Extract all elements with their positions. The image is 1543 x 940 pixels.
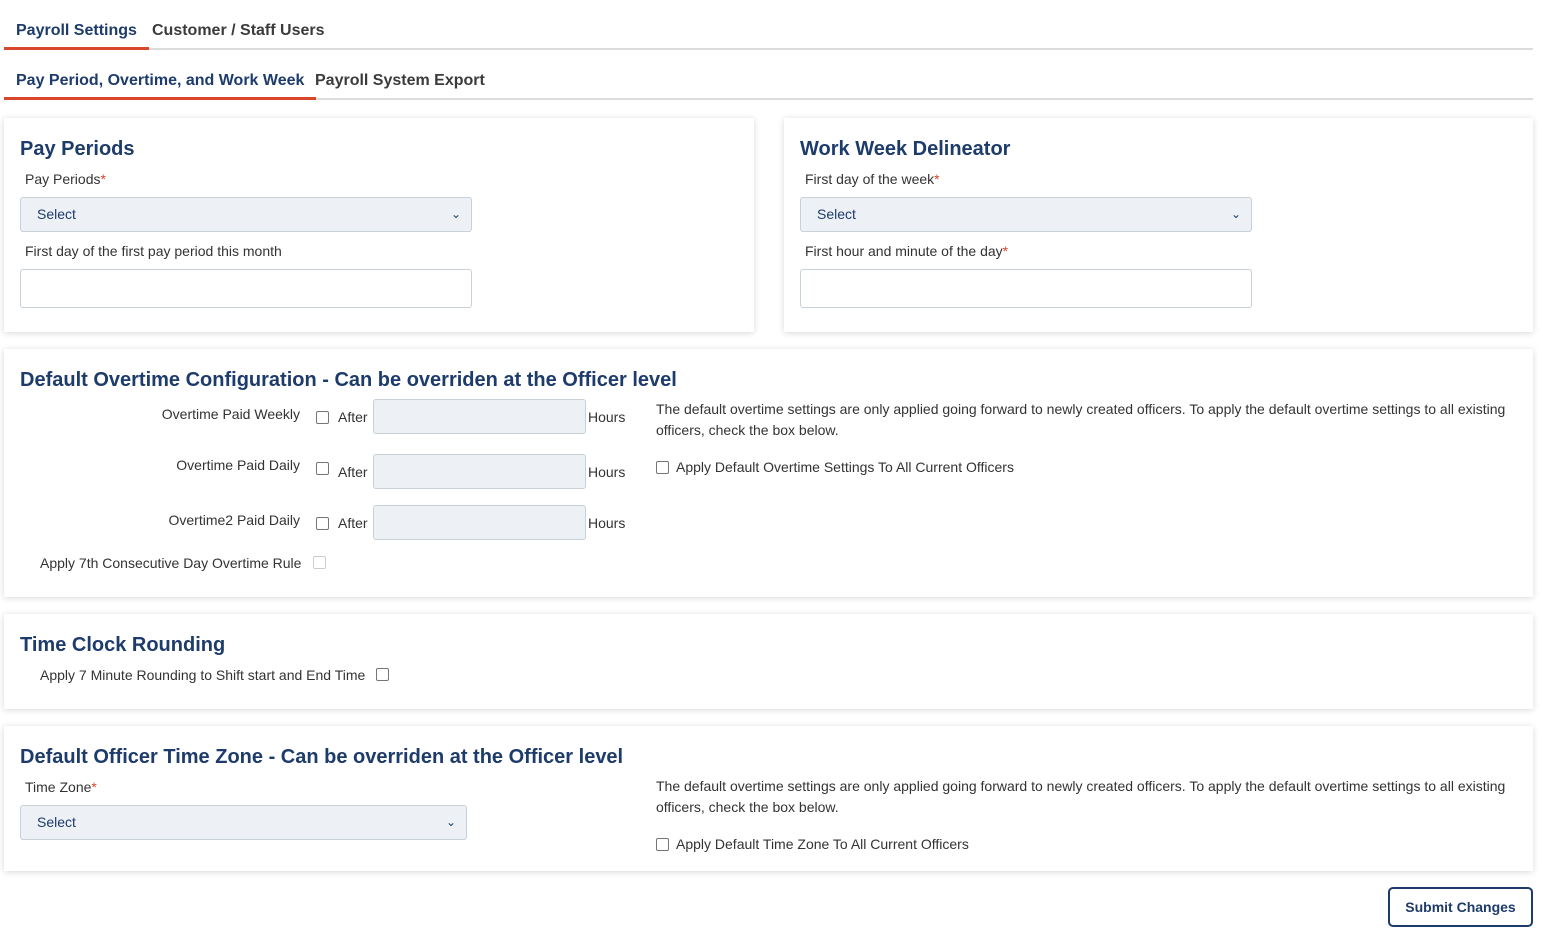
overtime-weekly-checkbox[interactable] [316, 411, 329, 424]
time-zone-select[interactable]: Select ⌄ [20, 805, 467, 840]
time-zone-card: Default Officer Time Zone - Can be overr… [4, 726, 1533, 871]
overtime-weekly-label: Overtime Paid Weekly [161, 406, 300, 422]
overtime-title: Default Overtime Configuration - Can be … [20, 369, 677, 391]
seventh-day-rule-checkbox[interactable] [313, 556, 326, 569]
overtime-daily-checkbox[interactable] [316, 462, 329, 475]
pay-periods-card: Pay Periods Pay Periods* Select ⌄ First … [4, 118, 754, 332]
overtime-note: The default overtime settings are only a… [656, 401, 1506, 438]
seventh-day-rule-label: Apply 7th Consecutive Day Overtime Rule [40, 555, 302, 571]
required-marker: * [1002, 243, 1009, 259]
time-clock-card: Time Clock Rounding Apply 7 Minute Round… [4, 614, 1533, 709]
overtime2-daily-checkbox[interactable] [316, 517, 329, 530]
overtime-weekly-hours-unit: Hours [588, 409, 626, 425]
rounding-label: Apply 7 Minute Rounding to Shift start a… [40, 667, 366, 683]
required-marker: * [934, 171, 940, 187]
pay-periods-select[interactable]: Select ⌄ [20, 197, 472, 232]
time-zone-note: The default overtime settings are only a… [656, 778, 1506, 815]
time-zone-title: Default Officer Time Zone - Can be overr… [20, 746, 624, 768]
first-day-of-week-select[interactable]: Select ⌄ [800, 197, 1252, 232]
time-zone-label: Time Zone* [25, 779, 97, 795]
first-hour-minute-label: First hour and minute of the day* [805, 243, 1009, 259]
chevron-down-icon: ⌄ [1230, 207, 1241, 221]
time-clock-title: Time Clock Rounding [20, 634, 226, 656]
chevron-down-icon: ⌄ [450, 207, 461, 221]
required-marker: * [91, 779, 97, 795]
overtime-weekly-after: After [338, 409, 368, 425]
secondary-tabs: Pay Period, Overtime, and Work Week Payr… [4, 50, 1533, 100]
first-hour-minute-input[interactable] [800, 269, 1252, 308]
apply-overtime-all-label: Apply Default Overtime Settings To All C… [676, 459, 1014, 475]
rounding-checkbox[interactable] [376, 668, 389, 681]
overtime-weekly-hours-input[interactable] [373, 399, 586, 434]
overtime-daily-hours-unit: Hours [588, 464, 626, 480]
work-week-card: Work Week Delineator First day of the we… [784, 118, 1533, 332]
chevron-down-icon: ⌄ [445, 815, 456, 829]
apply-overtime-all-checkbox[interactable] [656, 461, 669, 474]
tab-pay-period-overtime-work-week[interactable]: Pay Period, Overtime, and Work Week [4, 66, 317, 100]
apply-time-zone-all-checkbox[interactable] [656, 838, 669, 851]
overtime-card: Default Overtime Configuration - Can be … [4, 349, 1533, 597]
overtime2-daily-hours-input[interactable] [373, 505, 586, 540]
primary-tabs: Payroll Settings Customer / Staff Users [4, 0, 1533, 50]
tab-customer-staff-users[interactable]: Customer / Staff Users [140, 16, 337, 50]
apply-time-zone-all-label: Apply Default Time Zone To All Current O… [676, 836, 969, 852]
submit-changes-button[interactable]: Submit Changes [1388, 887, 1533, 927]
required-marker: * [100, 171, 106, 187]
first-day-pay-period-label: First day of the first pay period this m… [25, 243, 282, 259]
first-day-of-week-label: First day of the week* [805, 171, 940, 187]
first-day-pay-period-input[interactable] [20, 269, 472, 308]
tab-payroll-settings[interactable]: Payroll Settings [4, 16, 149, 50]
pay-periods-label: Pay Periods* [25, 171, 106, 187]
pay-periods-title: Pay Periods [20, 138, 135, 160]
overtime2-daily-label: Overtime2 Paid Daily [168, 512, 301, 528]
tab-payroll-system-export[interactable]: Payroll System Export [303, 66, 497, 100]
overtime-daily-after: After [338, 464, 368, 480]
overtime2-daily-after: After [338, 515, 368, 531]
overtime2-daily-hours-unit: Hours [588, 515, 626, 531]
overtime-daily-label: Overtime Paid Daily [176, 457, 300, 473]
work-week-title: Work Week Delineator [800, 138, 1011, 160]
overtime-daily-hours-input[interactable] [373, 454, 586, 489]
